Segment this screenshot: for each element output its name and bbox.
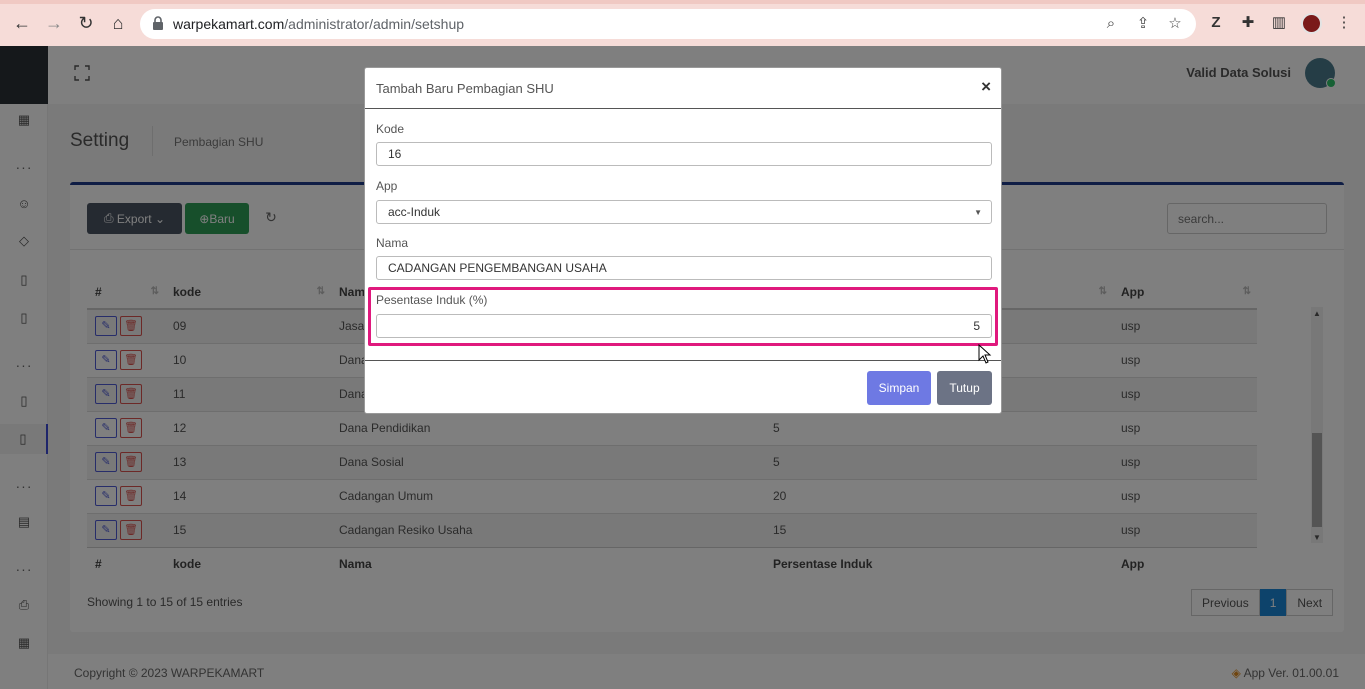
back-icon[interactable]: ←	[11, 12, 33, 34]
add-shu-modal: Tambah Baru Pembagian SHU × Kode 16 App …	[364, 67, 1002, 414]
save-button[interactable]: Simpan	[867, 371, 931, 405]
app-select-value: acc-Induk	[388, 205, 441, 219]
persentase-label: Pesentase Induk (%)	[376, 293, 488, 307]
profile-avatar[interactable]	[1301, 13, 1322, 34]
close-icon[interactable]: ×	[981, 77, 991, 97]
nama-input[interactable]: CADANGAN PENGEMBANGAN USAHA	[376, 256, 992, 280]
kode-input[interactable]: 16	[376, 142, 992, 166]
lock-icon	[153, 16, 163, 30]
bookmark-star-icon[interactable]: ☆	[1166, 15, 1184, 33]
persentase-input[interactable]: 5	[376, 314, 992, 338]
browser-chrome: ← → ↻ ⌂ warpekamart.com/administrator/ad…	[0, 0, 1365, 46]
side-panel-icon[interactable]: ▥	[1270, 14, 1288, 32]
mouse-cursor-icon	[978, 344, 992, 364]
url-text: warpekamart.com/administrator/admin/sets…	[173, 16, 465, 32]
close-button[interactable]: Tutup	[937, 371, 992, 405]
app-select[interactable]: acc-Induk ▼	[376, 200, 992, 224]
modal-footer-divider	[365, 360, 1001, 361]
zoom-icon[interactable]: ⌕	[1102, 15, 1120, 33]
share-icon[interactable]: ⇪	[1134, 15, 1152, 33]
puzzle-icon[interactable]: ✚	[1239, 14, 1257, 32]
address-bar[interactable]: warpekamart.com/administrator/admin/sets…	[140, 9, 1196, 39]
modal-header: Tambah Baru Pembagian SHU ×	[365, 68, 1001, 109]
forward-icon[interactable]: →	[43, 12, 65, 34]
menu-kebab-icon[interactable]: ⋮	[1335, 14, 1353, 32]
kode-label: Kode	[376, 122, 405, 136]
app-label: App	[376, 179, 398, 193]
home-icon[interactable]: ⌂	[107, 12, 129, 34]
caret-down-icon: ▼	[974, 208, 982, 217]
modal-title: Tambah Baru Pembagian SHU	[376, 81, 554, 96]
extension-z-icon[interactable]: Z	[1207, 14, 1225, 32]
reload-icon[interactable]: ↻	[75, 12, 97, 34]
tab-strip	[0, 0, 1365, 4]
nama-label: Nama	[376, 236, 409, 250]
